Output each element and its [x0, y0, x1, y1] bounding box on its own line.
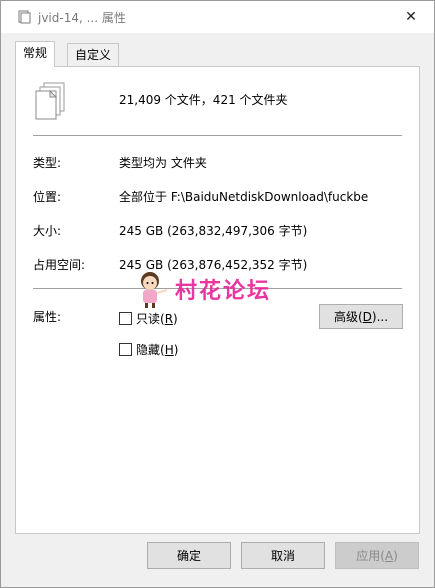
size-value: 245 GB (263,832,497,306 字节)	[119, 224, 308, 238]
readonly-label: 只读	[136, 312, 161, 326]
general-panel: 21,409 个文件，421 个文件夹 类型: 类型均为 文件夹 位置: 全部位…	[15, 66, 420, 534]
apply-button[interactable]: 应用(A)	[335, 542, 419, 569]
attributes-label: 属性:	[33, 310, 62, 324]
type-label: 类型:	[33, 156, 62, 170]
properties-dialog: jvid-14, ... 属性 ✕ 常规 自定义 21,409 个文件，421 …	[0, 0, 435, 588]
size-label: 大小:	[33, 224, 62, 238]
advanced-accel: D	[362, 309, 372, 324]
advanced-label: 高级	[333, 310, 358, 324]
close-icon: ✕	[405, 9, 417, 25]
location-value: 全部位于 F:\BaiduNetdiskDownload\fuckbe	[119, 190, 369, 204]
ok-label: 确定	[176, 549, 201, 563]
tab-general-label: 常规	[23, 46, 48, 60]
type-value: 类型均为 文件夹	[119, 156, 207, 170]
size-on-disk-value: 245 GB (263,876,452,352 字节)	[119, 258, 308, 272]
selection-summary: 21,409 个文件，421 个文件夹	[119, 93, 288, 107]
separator	[33, 135, 402, 136]
separator	[33, 288, 402, 289]
checkbox-box[interactable]	[119, 343, 132, 356]
tab-general[interactable]: 常规	[15, 41, 56, 67]
hidden-label: 隐藏	[136, 343, 161, 357]
hidden-checkbox[interactable]: 隐藏(H)	[119, 341, 178, 358]
apply-accel: A	[384, 548, 394, 563]
title-bar[interactable]: jvid-14, ... 属性 ✕	[1, 1, 434, 33]
readonly-accel: R	[164, 311, 174, 326]
window-title: jvid-14, ... 属性	[38, 11, 126, 25]
size-on-disk-label: 占用空间:	[33, 258, 86, 272]
ok-button[interactable]: 确定	[147, 542, 231, 569]
multiple-files-icon	[35, 82, 65, 120]
advanced-ellipsis: ...	[376, 309, 389, 324]
readonly-checkbox[interactable]: 只读(R)	[119, 310, 178, 327]
close-button[interactable]: ✕	[388, 1, 434, 33]
tab-custom-label: 自定义	[75, 48, 112, 62]
folder-properties-icon	[18, 10, 31, 24]
apply-label: 应用	[356, 549, 381, 563]
advanced-button[interactable]: 高级(D)...	[319, 304, 403, 329]
checkbox-box[interactable]	[119, 312, 132, 325]
tab-custom[interactable]: 自定义	[67, 43, 120, 66]
cancel-button[interactable]: 取消	[241, 542, 325, 569]
location-label: 位置:	[33, 190, 62, 204]
cancel-label: 取消	[270, 549, 295, 563]
hidden-accel: H	[164, 342, 174, 357]
